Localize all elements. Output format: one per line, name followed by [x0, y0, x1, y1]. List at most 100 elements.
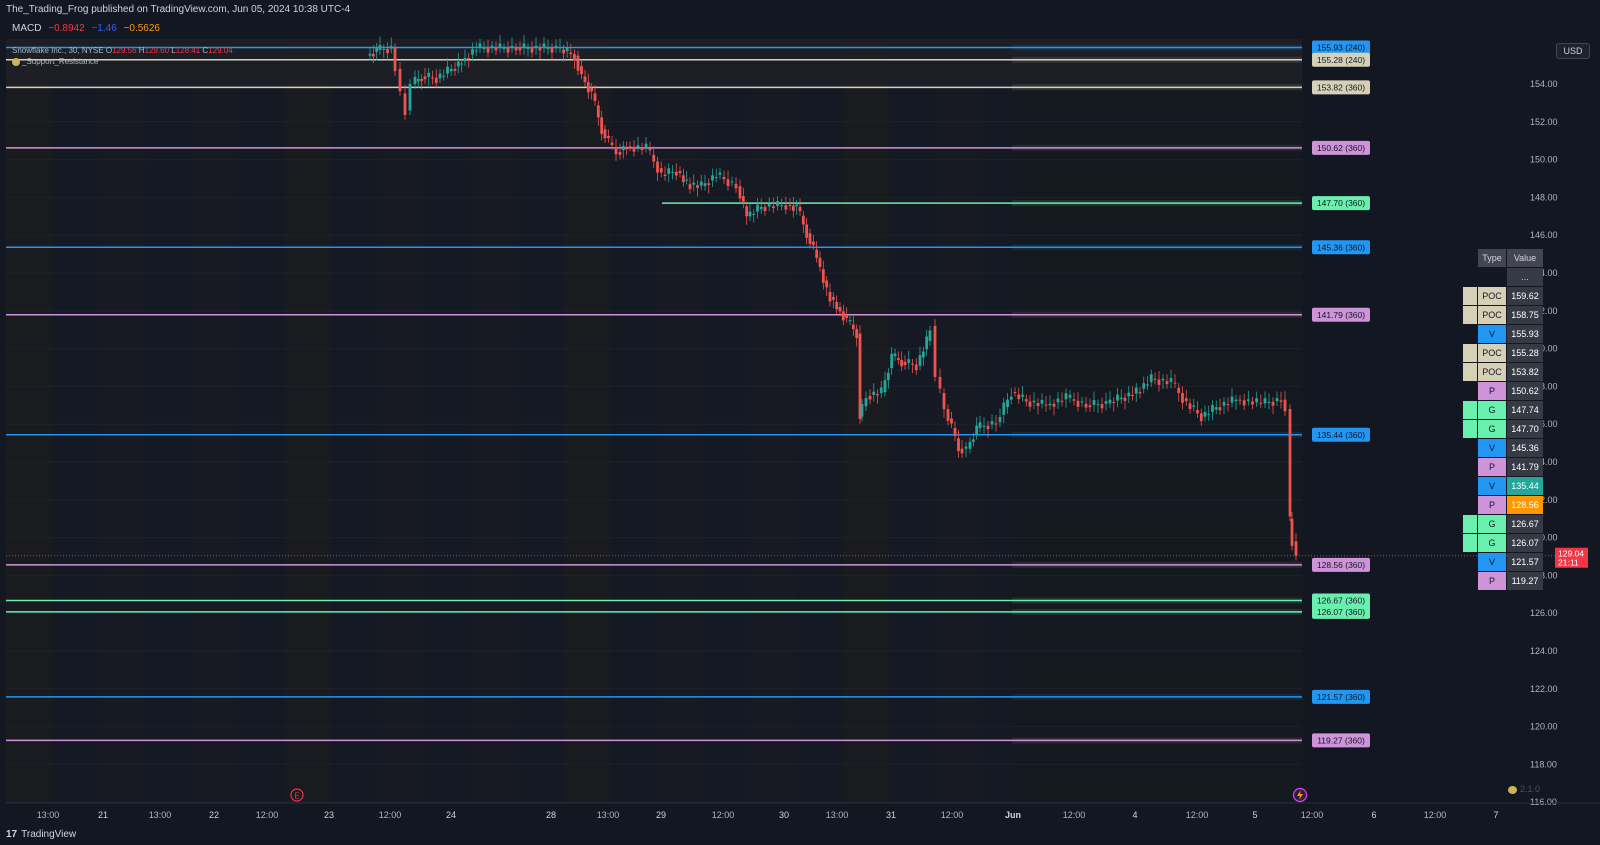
ohlc-open: 129.56: [112, 46, 137, 55]
dividend-marker[interactable]: [1292, 787, 1308, 803]
candle-body: [1104, 401, 1108, 404]
candle-body: [801, 215, 805, 225]
candle-body: [1060, 400, 1064, 402]
candle-body: [522, 43, 526, 49]
price-tick-label: 120.00: [1530, 722, 1558, 732]
level-label: 128.56 (360): [1312, 557, 1370, 572]
frog-icon: [1508, 785, 1517, 794]
table-row: G 147.70: [1463, 420, 1543, 438]
table-row: V 155.93: [1463, 325, 1543, 343]
table-swatch: [1463, 439, 1477, 457]
candle-body: [583, 76, 587, 83]
price-tick-label: 126.00: [1530, 608, 1558, 618]
candle-body: [1242, 400, 1246, 406]
table-header-type: Type: [1478, 249, 1506, 267]
level-glow: [1012, 244, 1302, 251]
table-row: V 121.57: [1463, 553, 1543, 571]
candle-body: [1002, 402, 1006, 415]
currency-button[interactable]: USD: [1556, 43, 1590, 59]
price-tick-label: 150.00: [1530, 155, 1558, 165]
candle-body: [678, 170, 682, 174]
candle-body: [767, 203, 771, 207]
level-label: 153.82 (360): [1312, 80, 1370, 95]
candle-body: [928, 330, 932, 342]
candle-body: [1068, 394, 1072, 398]
candle-body: [1028, 401, 1032, 407]
candle-body: [1161, 378, 1165, 381]
candle-body: [805, 224, 809, 238]
time-tick-label: 6: [1371, 810, 1376, 820]
table-cell-type: V: [1478, 325, 1506, 343]
candle-body: [510, 45, 514, 49]
table-cell-type: P: [1478, 382, 1506, 400]
candle-body: [628, 146, 632, 148]
level-label-text: 153.82 (360): [1317, 82, 1365, 92]
candle-body: [1017, 394, 1021, 400]
candle-body: [883, 380, 887, 393]
candle-body: [835, 301, 839, 310]
symbol-legend[interactable]: Snowflake Inc., 30, NYSE O129.56 H129.60…: [12, 45, 233, 67]
candle-body: [502, 48, 506, 50]
time-tick-label: 12:00: [712, 810, 735, 820]
candle-body: [1288, 409, 1292, 517]
time-tick-label: 7: [1493, 810, 1498, 820]
time-tick-label: 12:00: [1063, 810, 1086, 820]
footer-logo-text[interactable]: TradingView: [21, 829, 76, 840]
candle-body: [886, 372, 890, 381]
candle-body: [1092, 400, 1096, 405]
table-cell-value: 150.62: [1507, 382, 1543, 400]
ohlc-low: 128.41: [175, 46, 201, 55]
candle-body: [821, 269, 825, 283]
candle-body: [1165, 381, 1169, 385]
candle-body: [482, 48, 486, 50]
level-label-text: 119.27 (360): [1317, 735, 1365, 745]
table-cell-value: 153.82: [1507, 363, 1543, 381]
candle-body: [825, 280, 829, 288]
candle-body: [711, 175, 714, 181]
candle-body: [994, 423, 998, 425]
level-label-text: 128.56 (360): [1317, 560, 1365, 570]
time-tick-label: 12:00: [1301, 810, 1324, 820]
candle-body: [776, 201, 779, 206]
level-label: 126.07 (360): [1312, 604, 1370, 619]
candle-body: [1263, 398, 1267, 404]
table-cell-value: 121.57: [1507, 553, 1543, 571]
table-row: V 145.36: [1463, 439, 1543, 457]
candle-body: [474, 50, 478, 52]
candle-body: [998, 417, 1002, 423]
table-row: POC 158.75: [1463, 306, 1543, 324]
price-tick-label: 118.00: [1530, 759, 1557, 769]
candle-body: [614, 147, 618, 155]
price-chart[interactable]: 155.93 (240) 155.28 (240) 153.82 (360) 150.…: [0, 0, 1600, 845]
candle-body: [530, 48, 534, 53]
time-tick-label: 4: [1132, 810, 1137, 820]
time-tick-label: 21: [98, 810, 108, 820]
table-cell-type: G: [1478, 420, 1506, 438]
candle-body: [546, 48, 550, 50]
time-tick-label: 12:00: [256, 810, 279, 820]
ohlc-high: 129.60: [144, 46, 170, 55]
candle-body: [968, 441, 972, 449]
candle-body: [784, 205, 788, 210]
table-cell-type: POC: [1478, 344, 1506, 362]
table-swatch: [1463, 515, 1477, 533]
time-tick-label: 12:00: [941, 810, 964, 820]
candle-body: [490, 45, 494, 49]
candle-body: [868, 395, 872, 400]
table-row: V 135.44: [1463, 477, 1543, 495]
candle-body: [685, 179, 689, 181]
candle-body: [1238, 399, 1242, 401]
candle-body: [1088, 405, 1092, 408]
frog-icon: [12, 57, 20, 66]
candle-body: [644, 143, 648, 148]
candle-body: [1013, 392, 1017, 394]
time-tick-label: 23: [324, 810, 334, 820]
level-label-text: 141.79 (360): [1317, 310, 1365, 320]
candle-body: [1290, 518, 1294, 546]
countdown-text: 21:11: [1558, 558, 1579, 568]
time-tick-label: 31: [886, 810, 896, 820]
indicator-row[interactable]: _Support_Resistance: [12, 56, 233, 67]
candle-body: [603, 129, 607, 139]
candle-body: [569, 52, 573, 55]
table-swatch: [1463, 477, 1477, 495]
